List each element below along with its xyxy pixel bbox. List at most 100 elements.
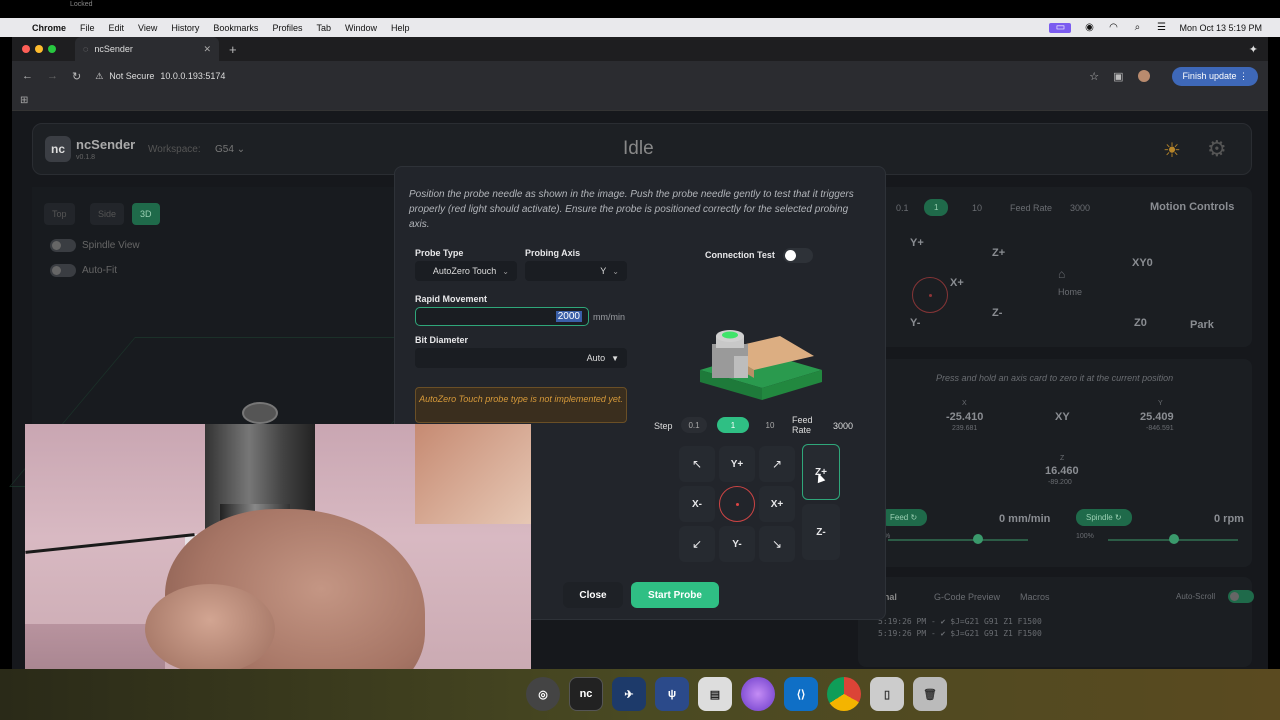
rapid-movement-input[interactable]: 2000	[415, 307, 589, 326]
z-position[interactable]: 16.460	[1045, 465, 1079, 477]
auto-fit-toggle[interactable]: Auto-Fit	[50, 264, 117, 277]
dock-fork-icon[interactable]: ψ	[655, 677, 689, 711]
dock-chrome-icon[interactable]	[827, 677, 861, 711]
cast-icon[interactable]: ▣	[1113, 70, 1123, 83]
menubar-clock[interactable]: Mon Oct 13 5:19 PM	[1179, 23, 1262, 33]
dock-vscode-icon[interactable]: ⟨⟩	[784, 677, 818, 711]
finish-update-button[interactable]: Finish update ⋮	[1172, 66, 1258, 86]
spindle-override-button[interactable]: Spindle ↻	[1076, 509, 1132, 526]
modal-step-1[interactable]: 1	[717, 417, 749, 433]
minimize-window-icon[interactable]	[35, 45, 43, 53]
probing-axis-select[interactable]: Y ⌄	[525, 261, 627, 281]
dock-airplane-icon[interactable]: ✈	[612, 677, 646, 711]
feed-slider-knob[interactable]	[973, 534, 983, 544]
feed-override-button[interactable]: Feed ↻	[880, 509, 928, 526]
jog-center[interactable]	[912, 277, 948, 313]
browser-tab[interactable]: ◌ ncSender ✕	[75, 37, 219, 61]
menu-file[interactable]: File	[80, 23, 95, 33]
reload-icon[interactable]: ↻	[72, 70, 81, 83]
y-position[interactable]: 25.409	[1140, 411, 1174, 423]
dock-app-icon[interactable]: ◎	[526, 677, 560, 711]
record-icon[interactable]: ◉	[1083, 22, 1095, 33]
modal-jog-x-plus[interactable]: X+	[759, 486, 795, 522]
auto-scroll-toggle[interactable]	[1228, 590, 1254, 603]
connection-test-toggle[interactable]	[783, 248, 813, 263]
menu-history[interactable]: History	[171, 23, 199, 33]
jog-y-plus[interactable]: Y+	[910, 237, 924, 249]
menu-window[interactable]: Window	[345, 23, 377, 33]
jog-diag-sw[interactable]: ↙	[679, 526, 715, 562]
xy0-button[interactable]: XY0	[1132, 257, 1153, 269]
menu-help[interactable]: Help	[391, 23, 410, 33]
modal-jog-x-minus[interactable]: X-	[679, 486, 715, 522]
close-window-icon[interactable]	[22, 45, 30, 53]
control-center-icon[interactable]: ☰	[1155, 22, 1167, 33]
tab-macros[interactable]: Macros	[1020, 592, 1050, 602]
z0-button[interactable]: Z0	[1134, 317, 1147, 329]
jog-diag-ne[interactable]: ↗	[759, 446, 795, 482]
step-0.1[interactable]: 0.1	[896, 203, 909, 213]
url-text[interactable]: 10.0.0.193:5174	[160, 71, 225, 81]
modal-jog-z-minus[interactable]: Z-	[802, 504, 840, 560]
toggle-switch[interactable]	[50, 239, 76, 252]
jog-diag-nw[interactable]: ↖	[679, 446, 715, 482]
gemini-icon[interactable]: ✦	[1249, 43, 1258, 56]
menu-profiles[interactable]: Profiles	[272, 23, 302, 33]
spindle-slider-knob[interactable]	[1169, 534, 1179, 544]
jog-z-minus[interactable]: Z-	[992, 307, 1002, 319]
feed-override-slider[interactable]	[888, 539, 1028, 541]
view-3d-button[interactable]: 3D	[132, 203, 160, 225]
apps-grid-icon[interactable]: ⊞	[20, 95, 28, 106]
menu-view[interactable]: View	[138, 23, 157, 33]
menu-app-name[interactable]: Chrome	[32, 23, 66, 33]
close-tab-icon[interactable]: ✕	[203, 44, 211, 55]
view-top-button[interactable]: Top	[44, 203, 75, 225]
close-button[interactable]: Close	[563, 582, 623, 608]
sun-icon[interactable]: ☀	[1163, 138, 1181, 163]
new-tab-icon[interactable]: +	[229, 42, 237, 57]
tab-gcode-preview[interactable]: G-Code Preview	[934, 592, 1000, 602]
gear-icon[interactable]: ⚙	[1207, 136, 1227, 162]
search-icon[interactable]: ⌕	[1131, 22, 1143, 33]
start-probe-button[interactable]: Start Probe	[631, 582, 719, 608]
dock-trash-icon[interactable]: 🗑	[913, 677, 947, 711]
view-side-button[interactable]: Side	[90, 203, 125, 225]
dock-document-icon[interactable]: ▯	[870, 677, 904, 711]
menu-edit[interactable]: Edit	[109, 23, 125, 33]
jog-diag-se[interactable]: ↘	[759, 526, 795, 562]
probe-type-select[interactable]: AutoZero Touch ⌄	[415, 261, 517, 281]
dock-ncsender-icon[interactable]: nc	[569, 677, 603, 711]
forward-icon[interactable]: →	[47, 70, 58, 82]
menu-tab[interactable]: Tab	[316, 23, 331, 33]
step-1[interactable]: 1	[924, 199, 949, 216]
wifi-icon[interactable]: ◠	[1107, 22, 1119, 33]
screen-record-icon[interactable]: ▭	[1049, 22, 1072, 33]
workspace-select[interactable]: G54 ⌄	[215, 144, 245, 155]
zoom-window-icon[interactable]	[48, 45, 56, 53]
modal-step-0.1[interactable]: 0.1	[681, 417, 707, 433]
menu-bookmarks[interactable]: Bookmarks	[213, 23, 258, 33]
jog-z-plus[interactable]: Z+	[992, 247, 1005, 259]
modal-jog-y-plus[interactable]: Y+	[719, 446, 755, 482]
spindle-view-toggle[interactable]: Spindle View	[50, 239, 140, 252]
back-icon[interactable]: ←	[22, 70, 33, 82]
modal-jog-y-minus[interactable]: Y-	[719, 526, 755, 562]
security-label[interactable]: Not Secure	[109, 71, 154, 81]
x-position[interactable]: -25.410	[946, 411, 983, 423]
home-button[interactable]: Home	[1058, 287, 1082, 297]
modal-step-10[interactable]: 10	[757, 417, 783, 433]
warning-icon[interactable]: ⚠	[95, 71, 103, 82]
modal-jog-center[interactable]	[719, 486, 755, 522]
feed-rate-value[interactable]: 3000	[1070, 203, 1090, 213]
step-10[interactable]: 10	[972, 203, 982, 213]
omnibox[interactable]: ⚠ Not Secure 10.0.0.193:5174	[95, 71, 1075, 82]
modal-feed-rate-value[interactable]: 3000	[833, 421, 853, 431]
dock-notes-icon[interactable]: ▤	[698, 677, 732, 711]
xy-zero-card[interactable]: XY	[1055, 411, 1070, 423]
bookmark-star-icon[interactable]: ☆	[1089, 70, 1099, 83]
park-button[interactable]: Park	[1190, 319, 1214, 331]
jog-x-plus[interactable]: X+	[950, 277, 964, 289]
bit-diameter-select[interactable]: Auto ▼	[415, 348, 627, 368]
jog-y-minus[interactable]: Y-	[910, 317, 920, 329]
toggle-switch[interactable]	[50, 264, 76, 277]
